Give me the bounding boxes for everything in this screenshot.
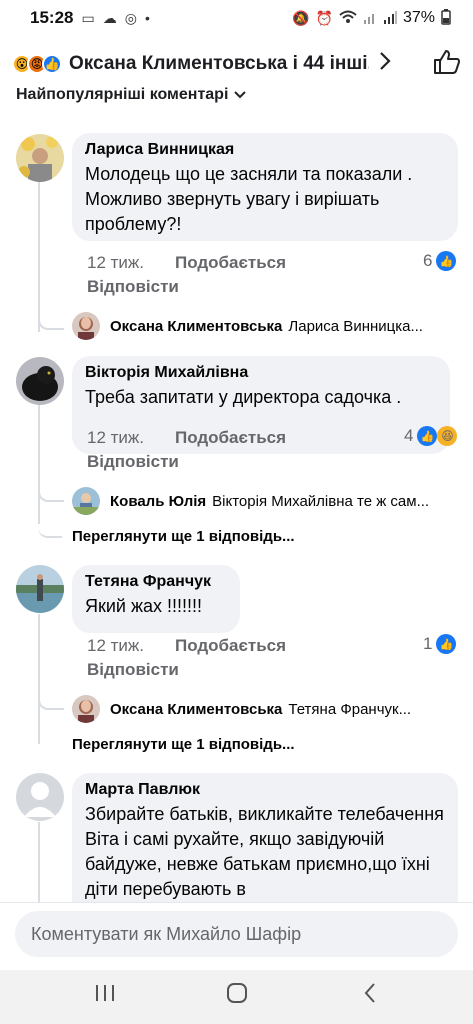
- recent-apps-icon[interactable]: [94, 982, 116, 1009]
- thread-elbow: [38, 520, 62, 538]
- thread-elbow: [38, 488, 64, 502]
- comment-author[interactable]: Лариса Винницкая: [85, 141, 445, 159]
- reply-action[interactable]: Відповісти: [87, 660, 179, 680]
- reactions-title[interactable]: Оксана Климентовська і 44 інші...: [69, 53, 369, 75]
- avatar[interactable]: [16, 565, 64, 613]
- cloud-icon: ☁: [102, 9, 117, 26]
- thread-line: [38, 822, 40, 912]
- thread-line: [38, 614, 40, 744]
- like-reaction-icon: 👍: [417, 426, 438, 446]
- reply-preview[interactable]: Оксана Климентовська Тетяна Франчук...: [110, 701, 455, 718]
- reaction-count[interactable]: 1 👍: [423, 634, 457, 654]
- reaction-count-number: 6: [423, 251, 433, 270]
- reaction-count-number: 4: [404, 426, 414, 445]
- thread-line: [38, 404, 40, 524]
- calendar-icon: ▭: [81, 9, 95, 26]
- comment-input-placeholder: Коментувати як Михайло Шафір: [31, 923, 302, 944]
- battery-icon: [441, 8, 451, 28]
- reply-action[interactable]: Відповісти: [87, 452, 179, 472]
- chevron-down-icon: [234, 89, 247, 101]
- like-reaction-icon: 👍: [42, 54, 62, 74]
- reaction-count[interactable]: 6 👍: [423, 251, 457, 271]
- comment-author[interactable]: Вікторія Михайлівна: [85, 364, 437, 382]
- reply-action[interactable]: Відповісти: [87, 277, 179, 297]
- like-action[interactable]: Подобається: [175, 636, 286, 656]
- comment-text: Треба запитати у директора садочка .: [85, 387, 402, 407]
- signal-icon: [383, 10, 397, 27]
- thread-elbow: [38, 696, 64, 710]
- reply-author: Оксана Климентовська: [110, 701, 283, 718]
- view-more-replies[interactable]: Переглянути ще 1 відповідь...: [72, 528, 295, 545]
- dot-icon: •: [144, 10, 150, 26]
- comment-bubble[interactable]: Лариса Винницкая Молодець що це засняли …: [72, 133, 458, 241]
- comment-time: 12 тиж.: [87, 428, 145, 447]
- avatar[interactable]: [72, 695, 100, 723]
- avatar[interactable]: [16, 134, 64, 182]
- like-action[interactable]: Подобається: [175, 428, 286, 448]
- comment-time: 12 тиж.: [87, 636, 145, 655]
- reaction-count-number: 1: [423, 634, 433, 653]
- reaction-count[interactable]: 4 👍 😆: [404, 426, 458, 446]
- instagram-icon: ◎: [124, 9, 137, 26]
- wifi-icon: [339, 10, 357, 27]
- signal-icon: [363, 10, 377, 27]
- reaction-summary: 😮 😡 👍: [12, 54, 62, 74]
- avatar[interactable]: [16, 357, 64, 405]
- reply-author: Оксана Климентовська: [110, 318, 283, 335]
- status-bar: 15:28 ▭ ☁ ◎ • 🔕 ⏰ 37%: [0, 0, 473, 36]
- haha-reaction-icon: 😆: [437, 426, 458, 446]
- system-nav-bar: [0, 970, 473, 1024]
- like-action[interactable]: Подобається: [175, 253, 286, 273]
- comment-time: 12 тиж.: [87, 253, 145, 272]
- sort-label: Найпопулярніші коментарі: [16, 86, 229, 103]
- avatar[interactable]: [16, 773, 64, 821]
- status-time: 15:28: [30, 8, 74, 27]
- reply-snippet: Вікторія Михайлівна те ж сам...: [212, 493, 430, 510]
- alarm-icon: ⏰: [315, 9, 333, 26]
- chevron-right-icon[interactable]: [379, 51, 391, 77]
- comment-text: Збирайте батьків, викликайте телебачення…: [85, 804, 444, 899]
- comment-text: Молодець що це засняли та показали . Мож…: [85, 164, 413, 234]
- reply-snippet: Тетяна Франчук...: [288, 701, 412, 718]
- back-icon[interactable]: [362, 982, 378, 1009]
- reply-preview[interactable]: Коваль Юлія Вікторія Михайлівна те ж сам.…: [110, 493, 455, 510]
- reactions-header[interactable]: 😮 😡 👍 Оксана Климентовська і 44 інші...: [0, 36, 473, 92]
- battery-text: 37%: [402, 9, 435, 26]
- mute-icon: 🔕: [292, 9, 310, 26]
- sort-selector[interactable]: Найпопулярніші коментарі: [16, 86, 247, 104]
- avatar[interactable]: [72, 312, 100, 340]
- comments-sheet: 😮 😡 👍 Оксана Климентовська і 44 інші... …: [0, 36, 473, 970]
- reply-snippet: Лариса Винницка...: [288, 318, 423, 335]
- thread-elbow: [38, 316, 64, 330]
- avatar[interactable]: [72, 487, 100, 515]
- comment-author[interactable]: Тетяна Франчук: [85, 573, 227, 591]
- thread-line: [38, 182, 40, 332]
- comment-text: Який жах !!!!!!!: [85, 596, 203, 616]
- comment-input[interactable]: Коментувати як Михайло Шафір: [15, 911, 458, 957]
- view-more-replies[interactable]: Переглянути ще 1 відповідь...: [72, 736, 295, 753]
- like-button-icon[interactable]: [433, 49, 461, 80]
- composer-bar: Коментувати як Михайло Шафір: [0, 902, 473, 970]
- reply-preview[interactable]: Оксана Климентовська Лариса Винницка...: [110, 318, 455, 335]
- comment-bubble[interactable]: Тетяна Франчук Який жах !!!!!!!: [72, 565, 240, 633]
- like-reaction-icon: 👍: [436, 634, 457, 654]
- home-icon[interactable]: [226, 982, 248, 1009]
- like-reaction-icon: 👍: [436, 251, 457, 271]
- reply-author: Коваль Юлія: [110, 493, 207, 510]
- comment-author[interactable]: Марта Павлюк: [85, 781, 445, 799]
